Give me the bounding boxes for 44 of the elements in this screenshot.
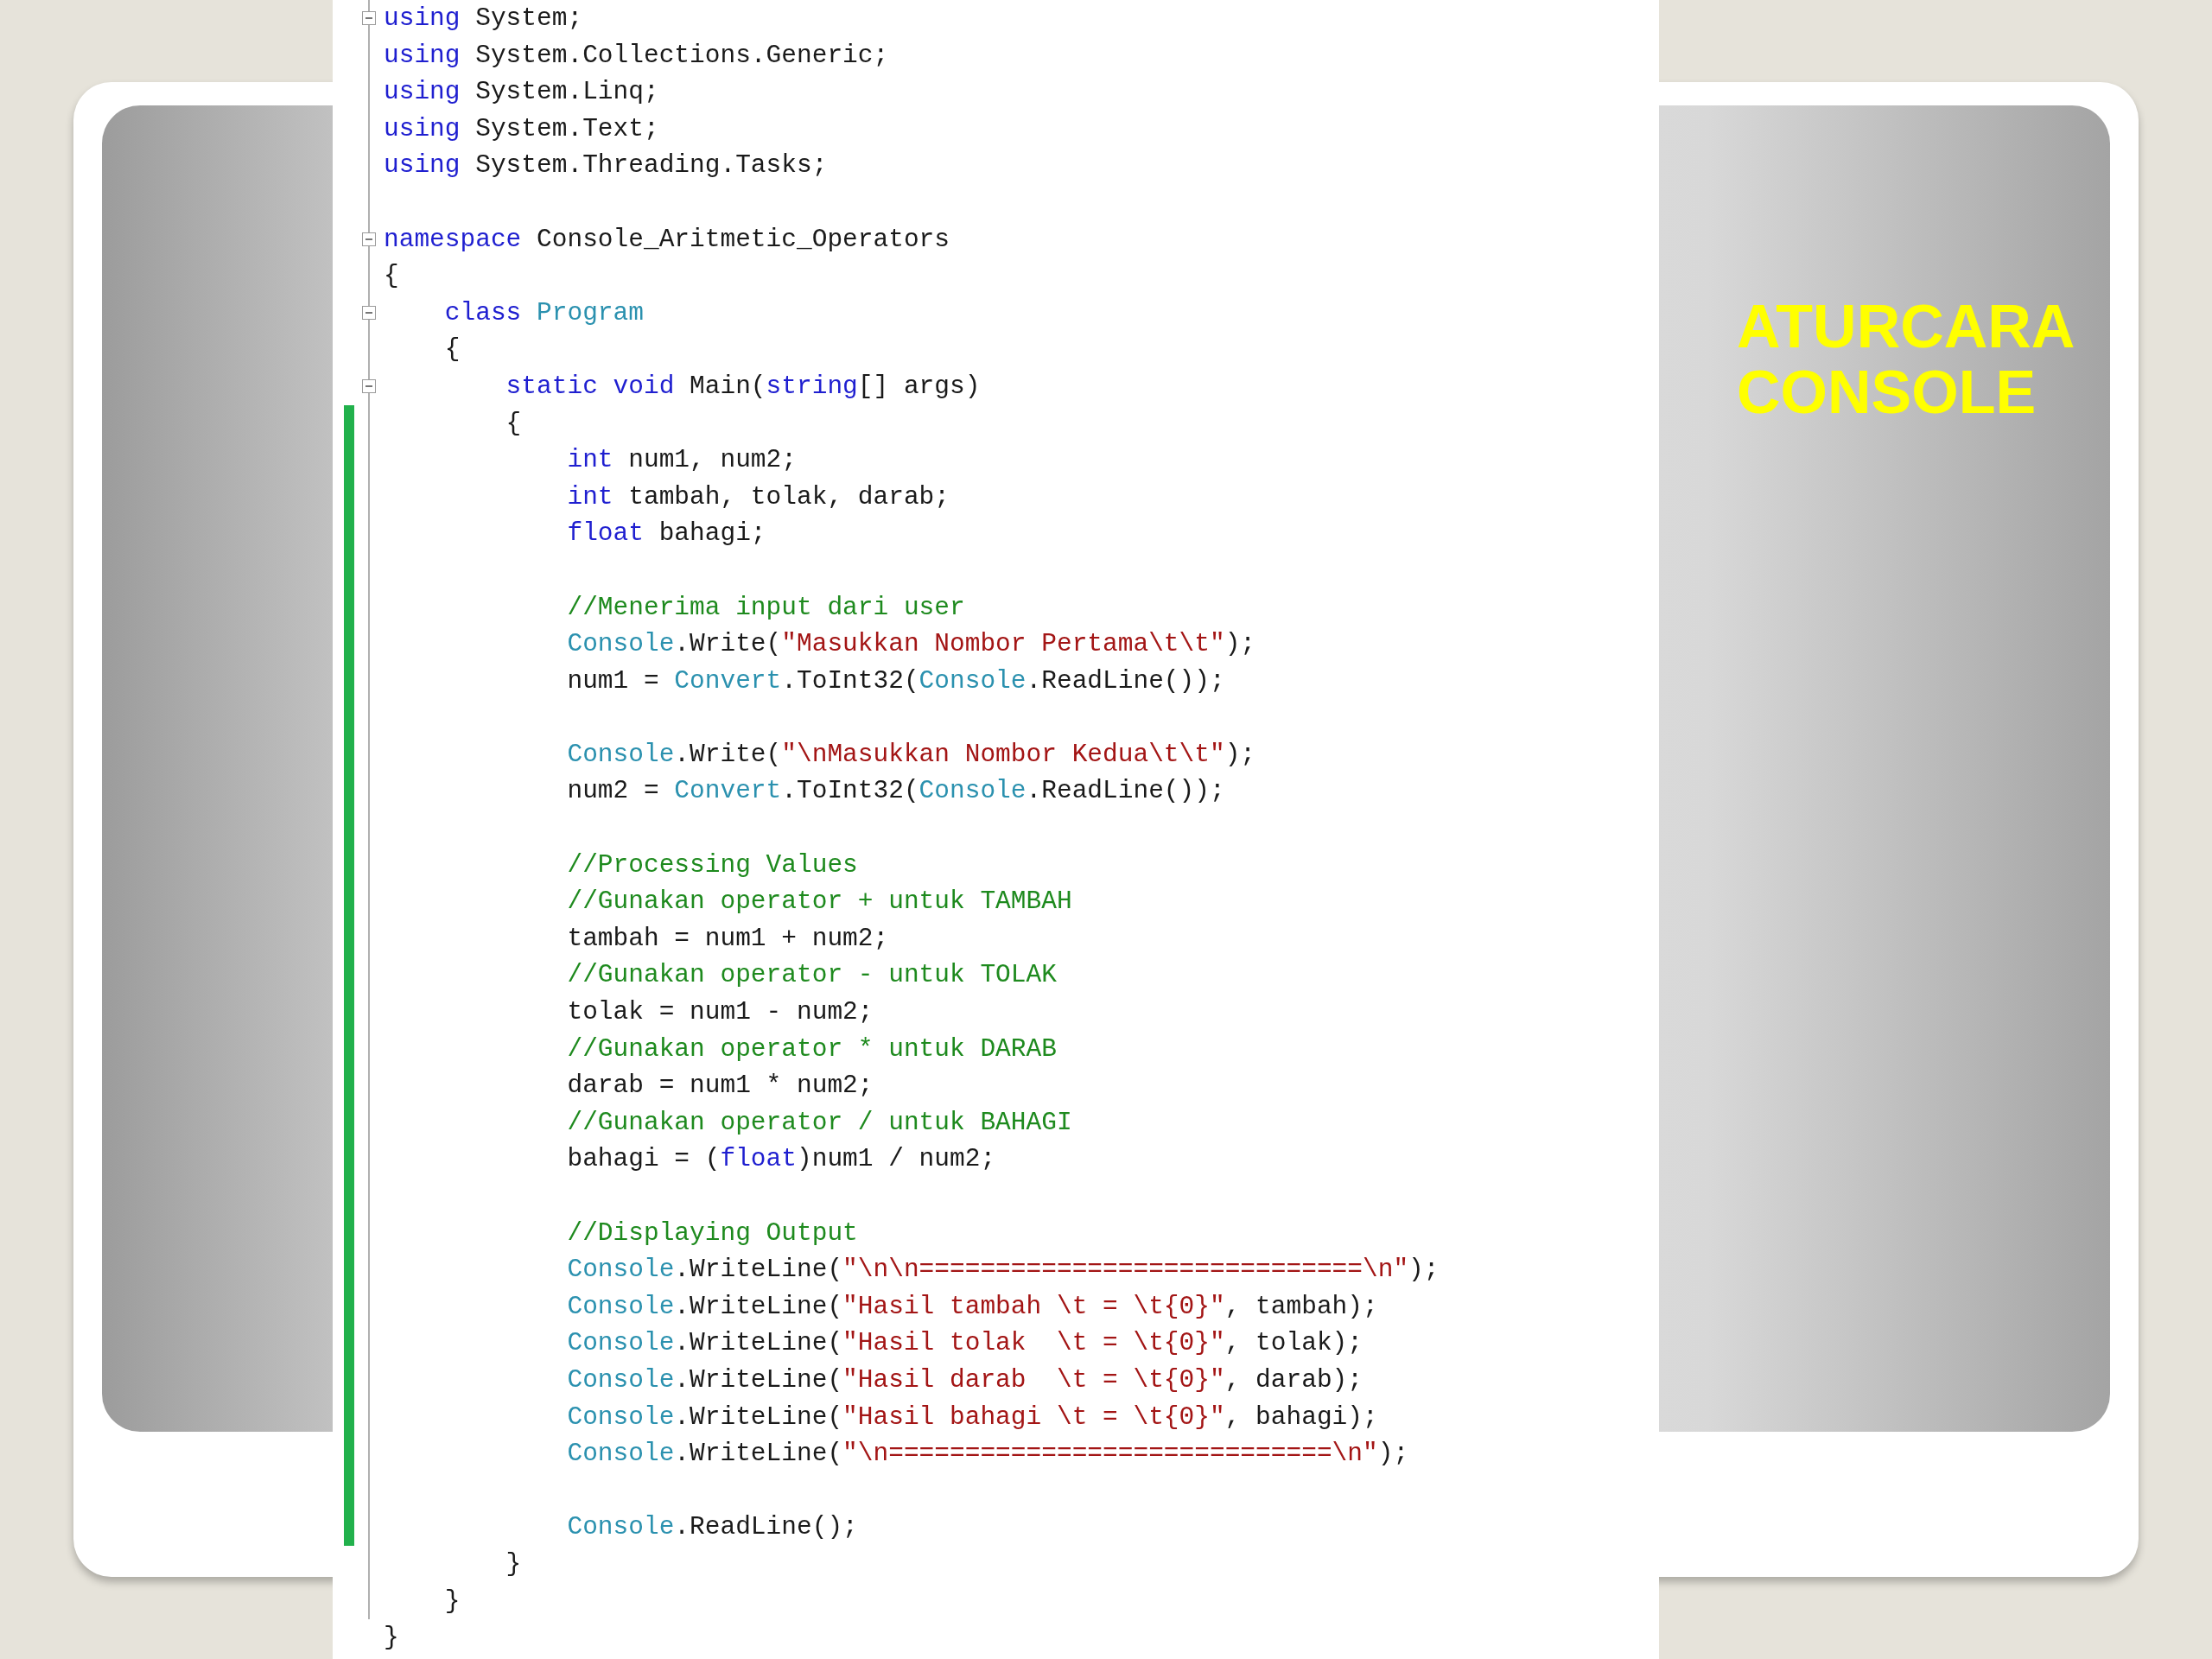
collapse-icon[interactable] (362, 306, 376, 321)
code-line: num2 = Convert.ToInt32(Console.ReadLine()); (566, 775, 1225, 808)
code-line: Console.WriteLine("Hasil bahagi \t = \t{0}", bahagi); (566, 1401, 1378, 1433)
code-line: tolak = num1 - num2; (566, 996, 874, 1029)
code-line: namespace Console_Aritmetic_Operators (384, 223, 950, 256)
code-line: Console.ReadLine(); (566, 1511, 858, 1544)
code-line: //Gunakan operator * untuk DARAB (566, 1033, 1057, 1065)
code-line: int tambah, tolak, darab; (566, 480, 950, 513)
code-line: static void Main(string[] args) (505, 370, 981, 403)
code-line: int num1, num2; (566, 444, 797, 477)
code-line: //Gunakan operator - untuk TOLAK (566, 959, 1057, 992)
code-line: darab = num1 * num2; (566, 1070, 874, 1103)
code-line: using System; (384, 3, 583, 35)
code-line: } (505, 1548, 522, 1580)
slide-title: ATURCARA CONSOLE (1737, 294, 2073, 425)
collapse-icon[interactable] (362, 232, 376, 246)
code-line: //Displaying Output (566, 1217, 858, 1249)
code-line: Console.WriteLine("\n\n=============================\n"); (566, 1254, 1440, 1287)
code-line: using System.Linq; (384, 76, 659, 109)
code-line: using System.Collections.Generic; (384, 39, 889, 72)
code-line: } (384, 1622, 399, 1655)
code-line: //Processing Values (566, 849, 858, 881)
code-line: { (505, 407, 522, 440)
code-line: Console.WriteLine("Hasil tolak \t = \t{0}", tolak); (566, 1327, 1363, 1360)
code-line: class Program (443, 296, 644, 329)
code-line: //Gunakan operator + untuk TAMBAH (566, 886, 1072, 918)
code-line: float bahagi; (566, 518, 766, 550)
collapse-icon[interactable] (362, 11, 376, 26)
code-line: using System.Threading.Tasks; (384, 149, 828, 182)
collapse-icon[interactable] (362, 379, 376, 394)
code-line: //Menerima input dari user (566, 591, 965, 624)
code-line: using System.Text; (384, 112, 659, 145)
code-line: } (443, 1585, 461, 1618)
code-line: Console.WriteLine("\n=============================\n"); (566, 1438, 1409, 1471)
code-line: num1 = Convert.ToInt32(Console.ReadLine()); (566, 664, 1225, 697)
code-line: { (384, 260, 399, 293)
code-line: tambah = num1 + num2; (566, 922, 889, 955)
code-line: { (443, 334, 461, 366)
code-line: Console.WriteLine("Hasil tambah \t = \t{0}", tambah); (566, 1290, 1378, 1323)
code-line: Console.WriteLine("Hasil darab \t = \t{0}", darab); (566, 1363, 1363, 1396)
code-line: Console.Write("\nMasukkan Nombor Kedua\t\t"); (566, 738, 1256, 771)
code-line: bahagi = (float)num1 / num2; (566, 1143, 996, 1176)
code-line: Console.Write("Masukkan Nombor Pertama\t\t"); (566, 628, 1256, 661)
code-line: //Gunakan operator / untuk BAHAGI (566, 1106, 1072, 1139)
